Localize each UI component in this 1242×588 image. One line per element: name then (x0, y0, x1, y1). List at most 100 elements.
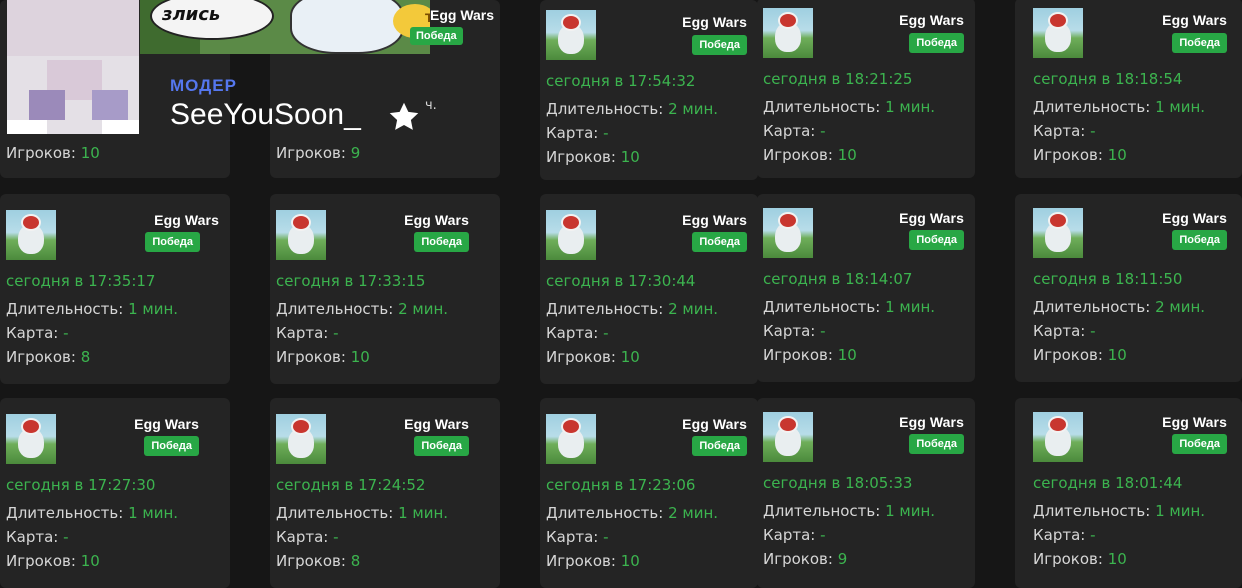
map-label: Карта: (763, 322, 821, 340)
match-card[interactable]: Egg Wars Победа сегодня в 17:27:30 Длите… (0, 398, 230, 588)
map-value: - (63, 528, 69, 546)
profile-banner: злись ты (140, 0, 430, 54)
result-badge: Победа (1172, 33, 1227, 53)
players-label: Игроков: (1033, 550, 1108, 568)
match-card[interactable]: Egg Wars Победа сегодня в 17:33:15 Длите… (270, 194, 500, 384)
duration-value: 1 мин. (885, 98, 936, 116)
banner-text: злись (162, 4, 221, 25)
match-card[interactable]: Egg Wars Победа сегодня в 18:05:33 Длите… (757, 398, 975, 588)
players-label: Игроков: (763, 146, 838, 164)
duration-value: 2 мин. (668, 504, 719, 522)
duration-value: 1 мин. (885, 298, 936, 316)
match-time: сегодня в 17:33:15 (276, 272, 426, 290)
players-value: 9 (350, 144, 361, 162)
game-thumbnail (1033, 208, 1083, 258)
duration-label: Длительность: (6, 504, 129, 522)
duration-row: Длительность: 2 мин. (546, 100, 718, 118)
duration-label: Длительность: (6, 300, 129, 318)
map-row: Карта: - (276, 528, 339, 546)
players-row: Игроков: 10 (1033, 146, 1127, 164)
map-value: - (820, 322, 826, 340)
match-time: сегодня в 18:18:54 (1033, 70, 1183, 88)
duration-row: Длительность: 1 мин. (1033, 502, 1205, 520)
duration-row: Длительность: 1 мин. (763, 502, 935, 520)
game-thumbnail (276, 210, 326, 260)
duration-label: Длительность: (1033, 298, 1156, 316)
duration-value: 1 мин. (1155, 502, 1206, 520)
game-title: Egg Wars (1162, 210, 1227, 226)
user-nickname: SeeYouSoon_ (170, 98, 361, 131)
map-row: Карта: - (1033, 322, 1096, 340)
match-card[interactable]: Egg Wars Победа сегодня в 17:24:52 Длите… (270, 398, 500, 588)
map-value: - (820, 122, 826, 140)
game-title: Egg Wars (1162, 12, 1227, 28)
game-thumbnail (763, 8, 813, 58)
match-card[interactable]: Egg Wars Победа сегодня в 18:14:07 Длите… (757, 194, 975, 382)
result-badge: Победа (414, 232, 469, 252)
match-card[interactable]: Egg Wars Победа сегодня в 18:11:50 Длите… (1015, 194, 1242, 382)
game-thumbnail (546, 210, 596, 260)
map-label: Карта: (763, 526, 821, 544)
map-label: Карта: (276, 528, 334, 546)
map-value: - (603, 124, 609, 142)
match-card[interactable]: Egg Wars Победа сегодня в 17:30:44 Длите… (540, 194, 758, 384)
match-card[interactable]: Egg Wars Победа сегодня в 17:35:17 Длите… (0, 194, 230, 384)
stray-text: ч. (425, 98, 437, 113)
players-label: Игроков: (1033, 146, 1108, 164)
map-value: - (1090, 122, 1096, 140)
game-title: Egg Wars (404, 416, 469, 432)
players-row: Игроков: 8 (276, 552, 360, 570)
players-value: 10 (620, 348, 640, 366)
players-label: Игроков: (276, 144, 351, 162)
duration-label: Длительность: (546, 504, 669, 522)
players-value: 8 (350, 552, 361, 570)
match-card[interactable]: Egg Wars Победа сегодня в 17:23:06 Длите… (540, 398, 758, 588)
game-title: Egg Wars (899, 12, 964, 28)
map-row: Карта: - (6, 324, 69, 342)
players-row: Игроков: 10 (1033, 346, 1127, 364)
players-row: Игроков: 10 (763, 346, 857, 364)
players-value: 10 (1107, 146, 1127, 164)
game-thumbnail (546, 10, 596, 60)
map-row: Карта: - (546, 324, 609, 342)
result-badge: Победа (1172, 434, 1227, 454)
result-badge: Победа (145, 232, 200, 252)
result-badge: Победа (692, 35, 747, 55)
game-thumbnail (546, 414, 596, 464)
match-card[interactable]: Egg Wars Победа сегодня в 17:54:32 Длите… (540, 0, 758, 180)
players-value: 10 (350, 348, 370, 366)
map-label: Карта: (1033, 526, 1091, 544)
duration-value: 1 мин. (885, 502, 936, 520)
players-label: Игроков: (276, 348, 351, 366)
result-badge: Победа (692, 436, 747, 456)
match-card[interactable]: Egg Wars Победа сегодня в 18:21:25 Длите… (757, 0, 975, 178)
game-thumbnail (1033, 412, 1083, 462)
duration-label: Длительность: (546, 300, 669, 318)
match-card[interactable]: Egg Wars Победа сегодня в 18:01:44 Длите… (1015, 398, 1242, 588)
map-row: Карта: - (763, 322, 826, 340)
match-card[interactable]: Egg Wars Победа сегодня в 18:18:54 Длите… (1015, 0, 1242, 178)
match-time: сегодня в 17:54:32 (546, 72, 696, 90)
user-role: МОДЕР (170, 76, 237, 95)
game-title: Egg Wars (899, 210, 964, 226)
duration-row: Длительность: 1 мин. (763, 98, 935, 116)
match-time: сегодня в 18:11:50 (1033, 270, 1183, 288)
game-title: Egg Wars (154, 212, 219, 228)
duration-value: 1 мин. (128, 504, 179, 522)
game-title: Egg Wars (682, 212, 747, 228)
game-title: Egg Wars (430, 7, 495, 23)
players-value: 10 (620, 552, 640, 570)
duration-label: Длительность: (276, 300, 399, 318)
game-thumbnail (763, 412, 813, 462)
players-row: Игроков: 8 (6, 348, 90, 366)
players-row: Игроков: 10 (6, 144, 100, 162)
avatar[interactable] (7, 0, 139, 134)
players-label: Игроков: (6, 144, 81, 162)
players-label: Игроков: (276, 552, 351, 570)
duration-value: 1 мин. (128, 300, 179, 318)
star-icon[interactable] (386, 99, 422, 135)
map-label: Карта: (546, 528, 604, 546)
duration-value: 1 мин. (398, 504, 449, 522)
match-time: сегодня в 17:27:30 (6, 476, 156, 494)
players-label: Игроков: (6, 552, 81, 570)
